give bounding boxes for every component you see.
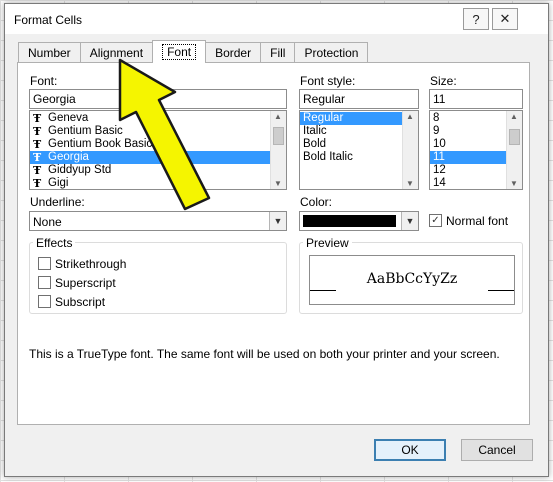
size-input[interactable]: 11	[429, 89, 523, 109]
scroll-up-icon[interactable]: ▲	[510, 112, 518, 121]
chevron-down-icon[interactable]: ▼	[269, 212, 286, 230]
subscript-checkbox[interactable]	[38, 295, 51, 308]
font-list-item-label: Geneva	[48, 112, 89, 124]
tab-alignment[interactable]: Alignment	[79, 42, 154, 62]
font-list-item[interactable]: Ŧ Gentium Book Basic	[30, 138, 286, 151]
font-style-list-item-label: Regular	[303, 112, 344, 124]
font-list-item[interactable]: Ŧ Geneva	[30, 112, 286, 125]
font-list-item[interactable]: Ŧ Giddyup Std	[30, 164, 286, 177]
underline-label: Underline:	[30, 195, 85, 209]
truetype-icon: Ŧ	[33, 151, 42, 164]
font-list-item[interactable]: Ŧ Georgia	[30, 151, 286, 164]
font-list-item-label: Gigi	[48, 177, 69, 189]
size-list-item-label: 8	[433, 112, 440, 124]
size-list-scrollbar[interactable]: ▲ ▼	[506, 111, 522, 189]
close-icon: ✕	[499, 11, 511, 26]
close-button[interactable]: ✕	[492, 8, 518, 30]
scroll-up-icon[interactable]: ▲	[406, 112, 414, 121]
normal-font-checkbox[interactable]: ✓	[429, 214, 442, 227]
size-list-item-label: 12	[433, 164, 446, 176]
color-swatch	[303, 215, 396, 227]
preview-sample: AaBbCcYyZz	[366, 271, 458, 287]
font-style-label: Font style:	[300, 74, 356, 88]
font-style-list-item-label: Bold Italic	[303, 151, 353, 163]
superscript-checkbox[interactable]	[38, 276, 51, 289]
size-list-item-label: 11	[433, 151, 445, 163]
subscript-label: Subscript	[55, 295, 106, 309]
help-button[interactable]: ?	[463, 8, 489, 30]
tab-border[interactable]: Border	[205, 42, 262, 62]
tab-fill[interactable]: Fill	[260, 42, 296, 62]
tab-protection[interactable]: Protection	[294, 42, 369, 62]
preview-title: Preview	[303, 236, 352, 250]
scroll-thumb[interactable]	[509, 129, 520, 145]
strikethrough-checkbox[interactable]	[38, 257, 51, 270]
font-style-input[interactable]: Regular	[299, 89, 419, 109]
cancel-button[interactable]: Cancel	[461, 439, 533, 461]
normal-font-label: Normal font	[446, 214, 509, 228]
font-list[interactable]: Ŧ Geneva Ŧ Gentium Basic Ŧ Gentium Book Basic…	[29, 110, 287, 190]
dialog-title: Format Cells	[14, 13, 83, 27]
underline-select[interactable]: None ▼	[29, 211, 287, 231]
baseline-left	[310, 290, 336, 291]
font-list-scrollbar[interactable]: ▲ ▼	[270, 111, 286, 189]
ok-button[interactable]: OK	[374, 439, 446, 461]
scroll-down-icon[interactable]: ▼	[406, 179, 414, 188]
scroll-up-icon[interactable]: ▲	[274, 112, 282, 121]
font-name-input[interactable]: Georgia	[29, 89, 287, 109]
title-bar: Format Cells ? ✕	[5, 4, 548, 34]
size-list-item-label: 10	[433, 138, 446, 150]
font-style-list[interactable]: Regular Italic Bold Bold Italic ▲ ▼	[299, 110, 419, 190]
font-list-item[interactable]: Ŧ Gentium Basic	[30, 125, 286, 138]
tab-strip: Number Alignment Font Border Fill Protec…	[18, 40, 369, 63]
baseline-right	[488, 290, 514, 291]
chevron-down-icon[interactable]: ▼	[401, 212, 418, 230]
color-select[interactable]: ▼	[299, 211, 419, 231]
font-info-text: This is a TrueType font. The same font w…	[29, 347, 500, 361]
font-list-item-label: Gentium Book Basic	[48, 138, 153, 150]
effects-title: Effects	[33, 236, 76, 250]
scroll-thumb[interactable]	[273, 127, 284, 145]
font-style-list-item-label: Bold	[303, 138, 327, 150]
tab-font[interactable]: Font	[152, 40, 207, 63]
color-label: Color:	[300, 195, 333, 209]
preview-box: AaBbCcYyZz	[309, 255, 515, 305]
font-list-item-label: Giddyup Std	[48, 164, 112, 176]
truetype-icon: Ŧ	[33, 125, 42, 138]
scroll-down-icon[interactable]: ▼	[274, 179, 282, 188]
superscript-label: Superscript	[55, 276, 116, 290]
font-list-item[interactable]: Ŧ Gigi	[30, 177, 286, 190]
truetype-icon: Ŧ	[33, 164, 42, 177]
truetype-icon: Ŧ	[33, 112, 42, 125]
truetype-icon: Ŧ	[33, 138, 42, 151]
size-list-item-label: 9	[433, 125, 440, 137]
font-style-list-item[interactable]: Italic	[300, 125, 418, 138]
font-style-list-item[interactable]: Regular	[300, 112, 418, 125]
font-list-item-label: Gentium Basic	[48, 125, 123, 137]
size-list-item-label: 14	[433, 177, 446, 189]
truetype-icon: Ŧ	[33, 177, 42, 190]
strikethrough-label: Strikethrough	[55, 257, 127, 271]
font-style-list-item[interactable]: Bold Italic	[300, 151, 418, 164]
size-label: Size:	[430, 74, 457, 88]
font-list-item-label: Georgia	[48, 151, 89, 163]
font-label: Font:	[30, 74, 58, 88]
font-style-scrollbar[interactable]: ▲ ▼	[402, 111, 418, 189]
font-style-list-item-label: Italic	[303, 125, 327, 137]
tab-number[interactable]: Number	[18, 42, 81, 62]
size-list[interactable]: 8 9 10 11 12 14 ▲ ▼	[429, 110, 523, 190]
font-style-list-item[interactable]: Bold	[300, 138, 418, 151]
scroll-down-icon[interactable]: ▼	[510, 179, 518, 188]
help-icon: ?	[472, 11, 480, 27]
